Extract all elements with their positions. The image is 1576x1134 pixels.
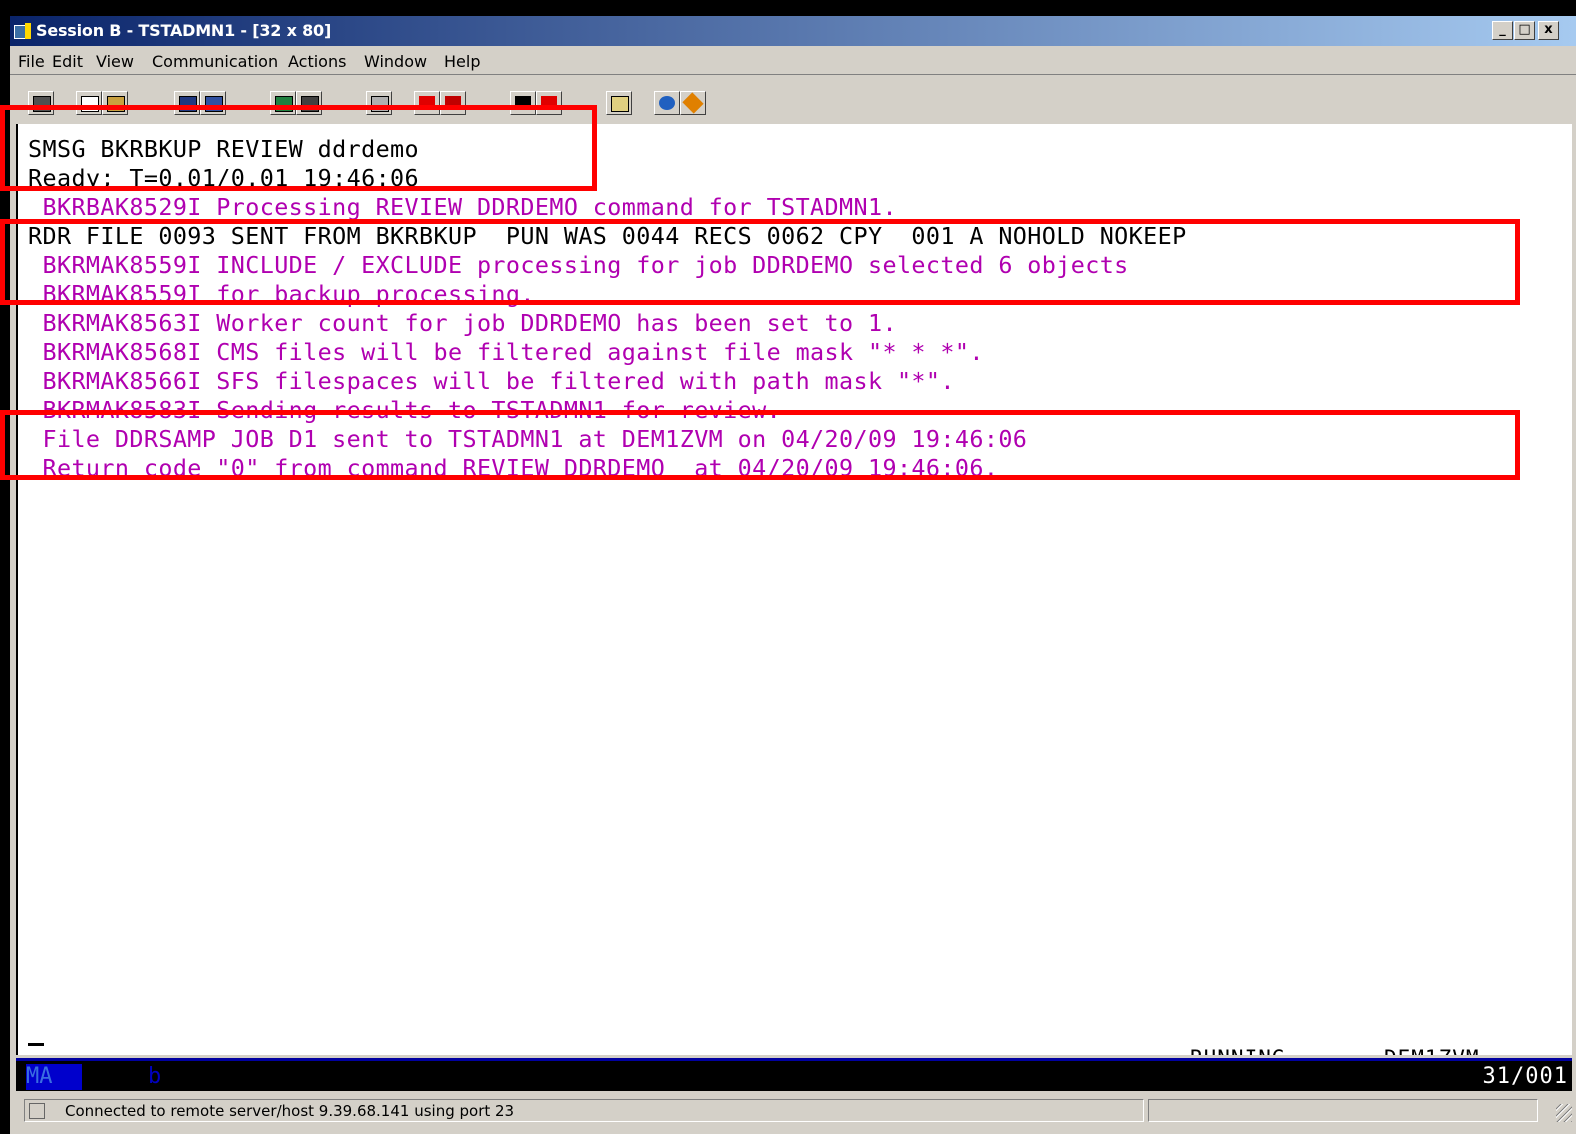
highlight-box-command [0,105,597,191]
status-system: DEM1ZVM [1384,1046,1480,1055]
clipboard-icon[interactable] [606,91,632,115]
maximize-button[interactable]: □ [1514,21,1535,40]
terminal-line: BKRMAK8566I SFS filespaces will be filte… [28,367,955,395]
minimize-button[interactable]: _ [1492,21,1513,40]
menu-actions[interactable]: Actions [288,52,346,71]
terminal-line: BKRMAK8563I Worker count for job DDRDEMO… [28,309,897,337]
resize-grip-icon[interactable] [1556,1104,1572,1122]
status-bar: Connected to remote server/host 9.39.68.… [10,1096,1576,1126]
operator-info-area: MA b 31/001 [16,1058,1572,1091]
menu-help[interactable]: Help [444,52,480,71]
web-globe-icon[interactable] [654,91,680,115]
status-pane: Connected to remote server/host 9.39.68.… [24,1099,1144,1122]
cursor-position: 31/001 [1482,1064,1568,1089]
highlight-box-selection [0,219,1520,305]
status-running: RUNNING [1190,1046,1286,1055]
text-cursor [28,1043,44,1046]
connection-status-text: Connected to remote server/host 9.39.68.… [65,1102,515,1120]
menu-bar: File Edit View Communication Actions Win… [10,46,1576,75]
terminal-line: BKRBAK8529I Processing REVIEW DDRDEMO co… [28,193,897,221]
window-title: Session B - TSTADMN1 - [32 x 80] [36,21,332,40]
menu-window[interactable]: Window [364,52,427,71]
menu-edit[interactable]: Edit [52,52,83,71]
title-bar[interactable]: Session B - TSTADMN1 - [32 x 80] _ □ x [10,16,1576,46]
oia-mode: MA [26,1064,82,1090]
highlight-box-result [0,410,1520,480]
session-app-icon[interactable] [14,23,32,39]
menu-view[interactable]: View [96,52,134,71]
menu-file[interactable]: File [18,52,45,71]
menu-communication[interactable]: Communication [152,52,278,71]
close-button[interactable]: x [1538,21,1559,40]
support-link-icon[interactable] [680,91,706,115]
status-pane-secondary [1148,1099,1538,1122]
terminal-line: BKRMAK8568I CMS files will be filtered a… [28,338,984,366]
connection-icon [29,1103,45,1119]
oia-session: b [148,1064,162,1089]
